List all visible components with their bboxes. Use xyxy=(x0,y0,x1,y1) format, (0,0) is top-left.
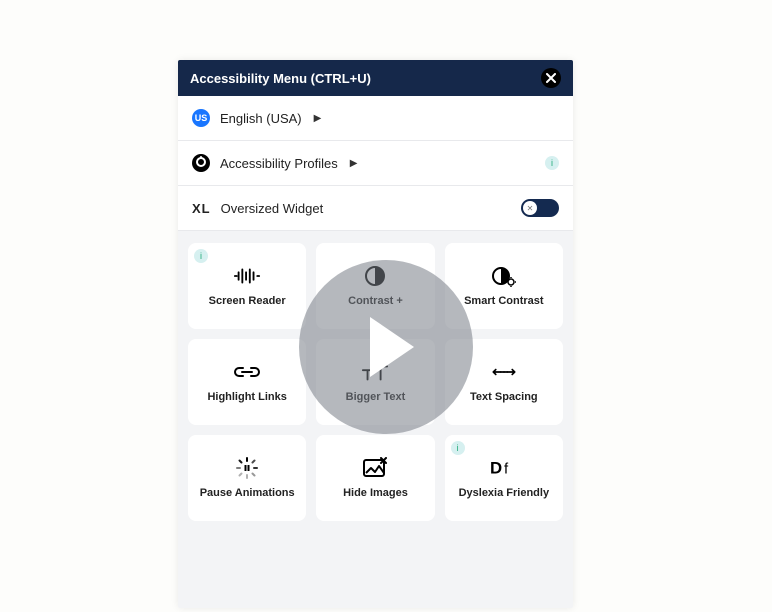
close-icon xyxy=(546,73,556,83)
panel-title: Accessibility Menu (CTRL+U) xyxy=(190,71,371,86)
video-play-overlay[interactable] xyxy=(299,260,473,434)
oversized-toggle[interactable] xyxy=(521,199,559,217)
language-badge-icon: US xyxy=(192,109,210,127)
info-icon[interactable]: i xyxy=(545,156,559,170)
language-label: English (USA) xyxy=(220,111,302,126)
chevron-right-icon: ▶ xyxy=(350,158,358,169)
card-label: Pause Animations xyxy=(200,487,295,499)
xl-icon: XL xyxy=(192,201,211,216)
accessibility-icon xyxy=(192,154,210,172)
card-screen-reader[interactable]: i Screen Reader xyxy=(188,243,306,329)
link-icon xyxy=(233,361,261,383)
card-hide-images[interactable]: Hide Images xyxy=(316,435,434,521)
contrast-gear-icon xyxy=(490,265,518,287)
close-button[interactable] xyxy=(541,68,561,88)
card-highlight-links[interactable]: Highlight Links xyxy=(188,339,306,425)
oversized-row: XL Oversized Widget xyxy=(178,186,573,231)
card-label: Highlight Links xyxy=(207,391,286,403)
sound-wave-icon xyxy=(233,265,261,287)
spacing-icon xyxy=(490,361,518,383)
card-label: Dyslexia Friendly xyxy=(459,487,550,499)
svg-text:D: D xyxy=(490,459,502,478)
profiles-row[interactable]: Accessibility Profiles ▶ i xyxy=(178,141,573,186)
profiles-label: Accessibility Profiles xyxy=(220,156,338,171)
chevron-right-icon: ▶ xyxy=(314,113,322,124)
image-off-icon xyxy=(361,457,389,479)
card-dyslexia-friendly[interactable]: i Df Dyslexia Friendly xyxy=(445,435,563,521)
panel-header: Accessibility Menu (CTRL+U) xyxy=(178,60,573,96)
oversized-label: Oversized Widget xyxy=(221,201,324,216)
card-pause-animations[interactable]: Pause Animations xyxy=(188,435,306,521)
svg-text:f: f xyxy=(504,461,509,478)
info-icon[interactable]: i xyxy=(451,441,465,455)
card-label: Text Spacing xyxy=(470,391,538,403)
info-icon[interactable]: i xyxy=(194,249,208,263)
language-row[interactable]: US English (USA) ▶ xyxy=(178,96,573,141)
play-icon xyxy=(370,317,414,377)
dyslexia-font-icon: Df xyxy=(490,457,518,479)
card-label: Hide Images xyxy=(343,487,408,499)
loading-pause-icon xyxy=(233,457,261,479)
card-label: Smart Contrast xyxy=(464,295,543,307)
card-label: Screen Reader xyxy=(209,295,286,307)
